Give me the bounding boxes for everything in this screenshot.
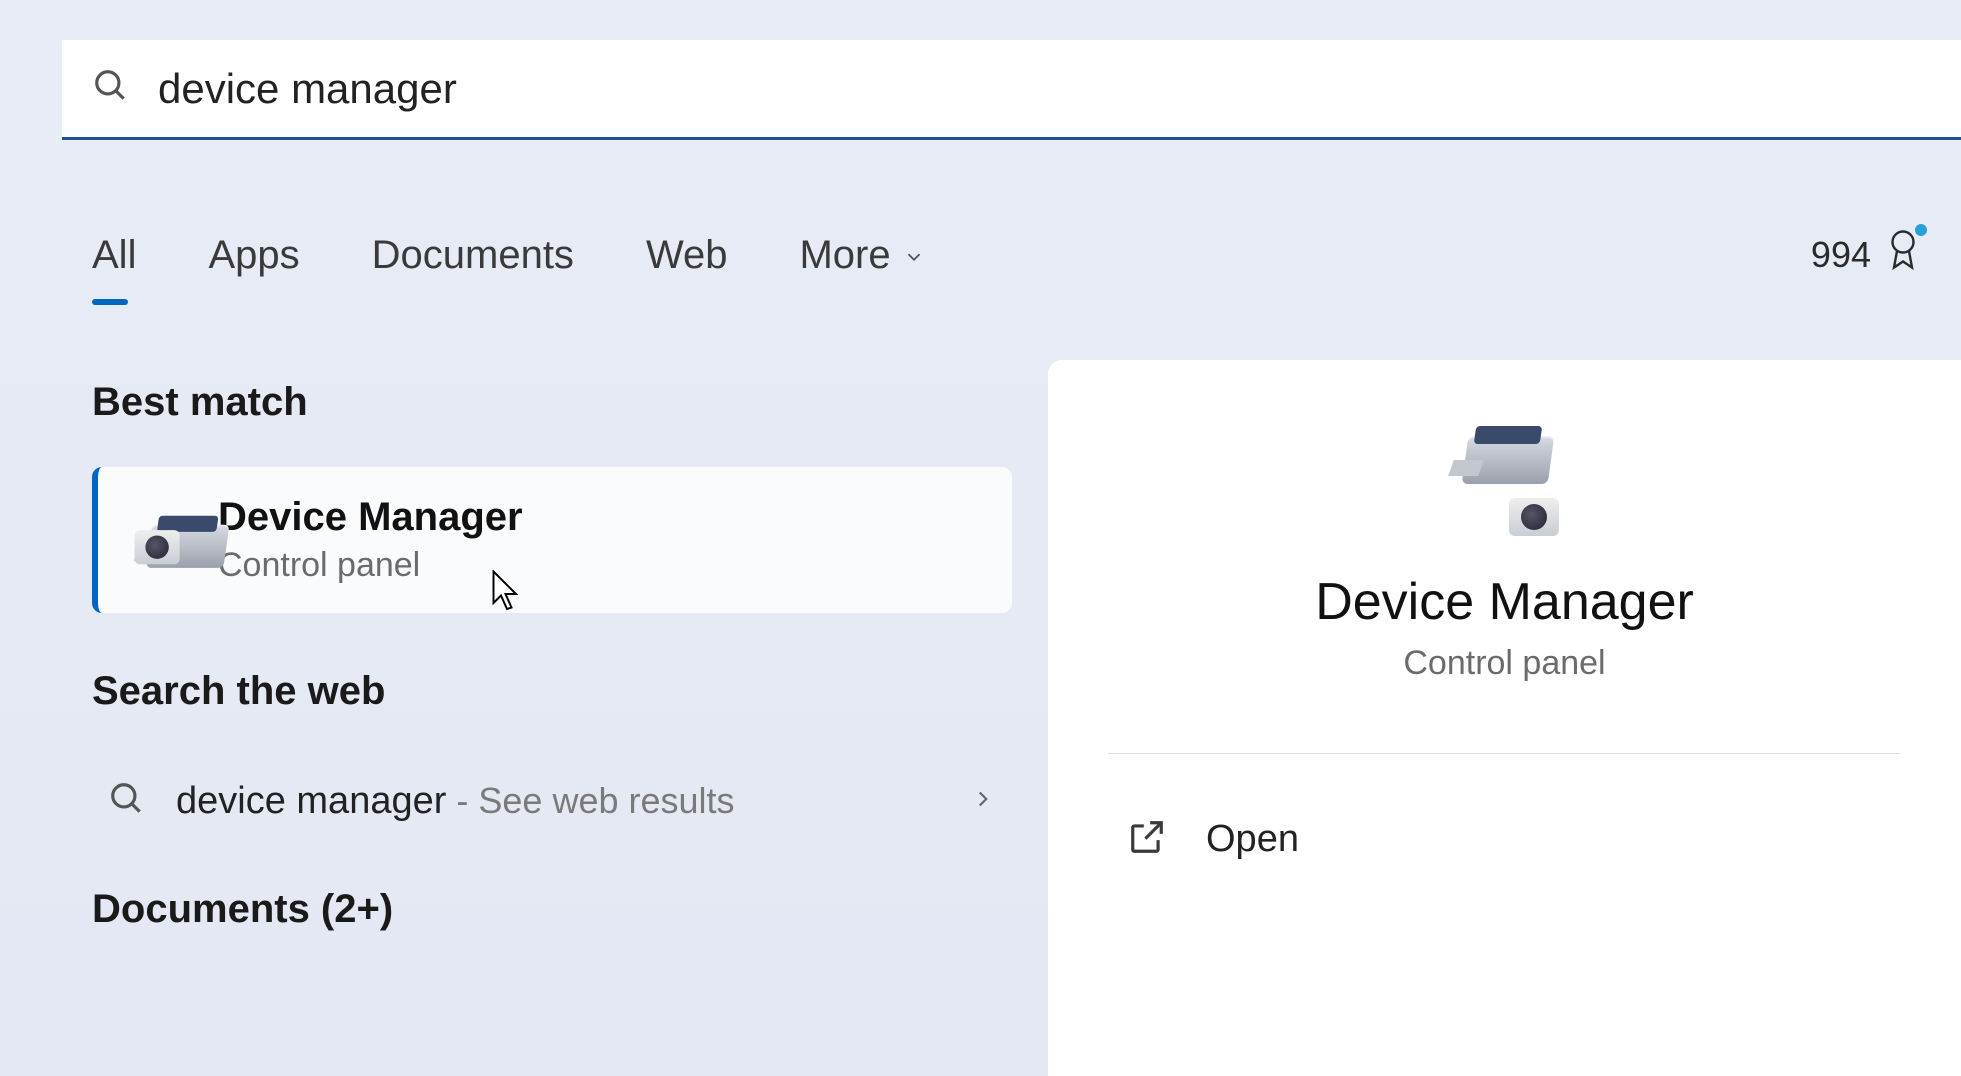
web-result-text: device manager - See web results [176, 780, 970, 823]
search-input[interactable] [158, 65, 1931, 113]
chevron-down-icon [903, 233, 925, 278]
section-best-match: Best match [92, 380, 1012, 425]
action-open-label: Open [1206, 818, 1299, 861]
results-column: Best match Device Manager Control panel … [92, 380, 1012, 974]
preview-subtitle: Control panel [1108, 644, 1901, 683]
tab-all[interactable]: All [92, 233, 136, 278]
tab-documents[interactable]: Documents [372, 233, 574, 278]
search-icon [108, 780, 146, 823]
best-match-title: Device Manager [218, 495, 984, 540]
section-documents: Documents (2+) [92, 887, 1012, 932]
tab-web[interactable]: Web [646, 233, 728, 278]
best-match-texts: Device Manager Control panel [218, 495, 984, 585]
web-result-suffix: - See web results [446, 780, 734, 821]
search-bar [62, 40, 1961, 140]
web-search-result[interactable]: device manager - See web results [92, 756, 1012, 847]
preview-title: Device Manager [1108, 572, 1901, 632]
preview-panel: Device Manager Control panel Open [1048, 360, 1961, 1076]
tab-more-label: More [799, 233, 890, 278]
action-open[interactable]: Open [1108, 804, 1901, 875]
rewards-counter[interactable]: 994 [1811, 228, 1921, 283]
device-manager-icon [126, 508, 190, 572]
search-icon [92, 67, 130, 110]
preview-app-icon [1108, 426, 1901, 536]
tab-more[interactable]: More [799, 233, 924, 278]
web-result-query: device manager [176, 780, 446, 822]
rewards-badge-icon [1885, 228, 1921, 283]
rewards-points: 994 [1811, 234, 1871, 276]
chevron-right-icon [970, 786, 996, 817]
filter-tabs: All Apps Documents Web More 994 [92, 220, 1921, 290]
best-match-subtitle: Control panel [218, 546, 984, 585]
open-external-icon [1128, 818, 1166, 861]
section-search-web: Search the web [92, 669, 1012, 714]
divider [1108, 753, 1901, 754]
best-match-result[interactable]: Device Manager Control panel [92, 467, 1012, 613]
tab-apps[interactable]: Apps [208, 233, 299, 278]
